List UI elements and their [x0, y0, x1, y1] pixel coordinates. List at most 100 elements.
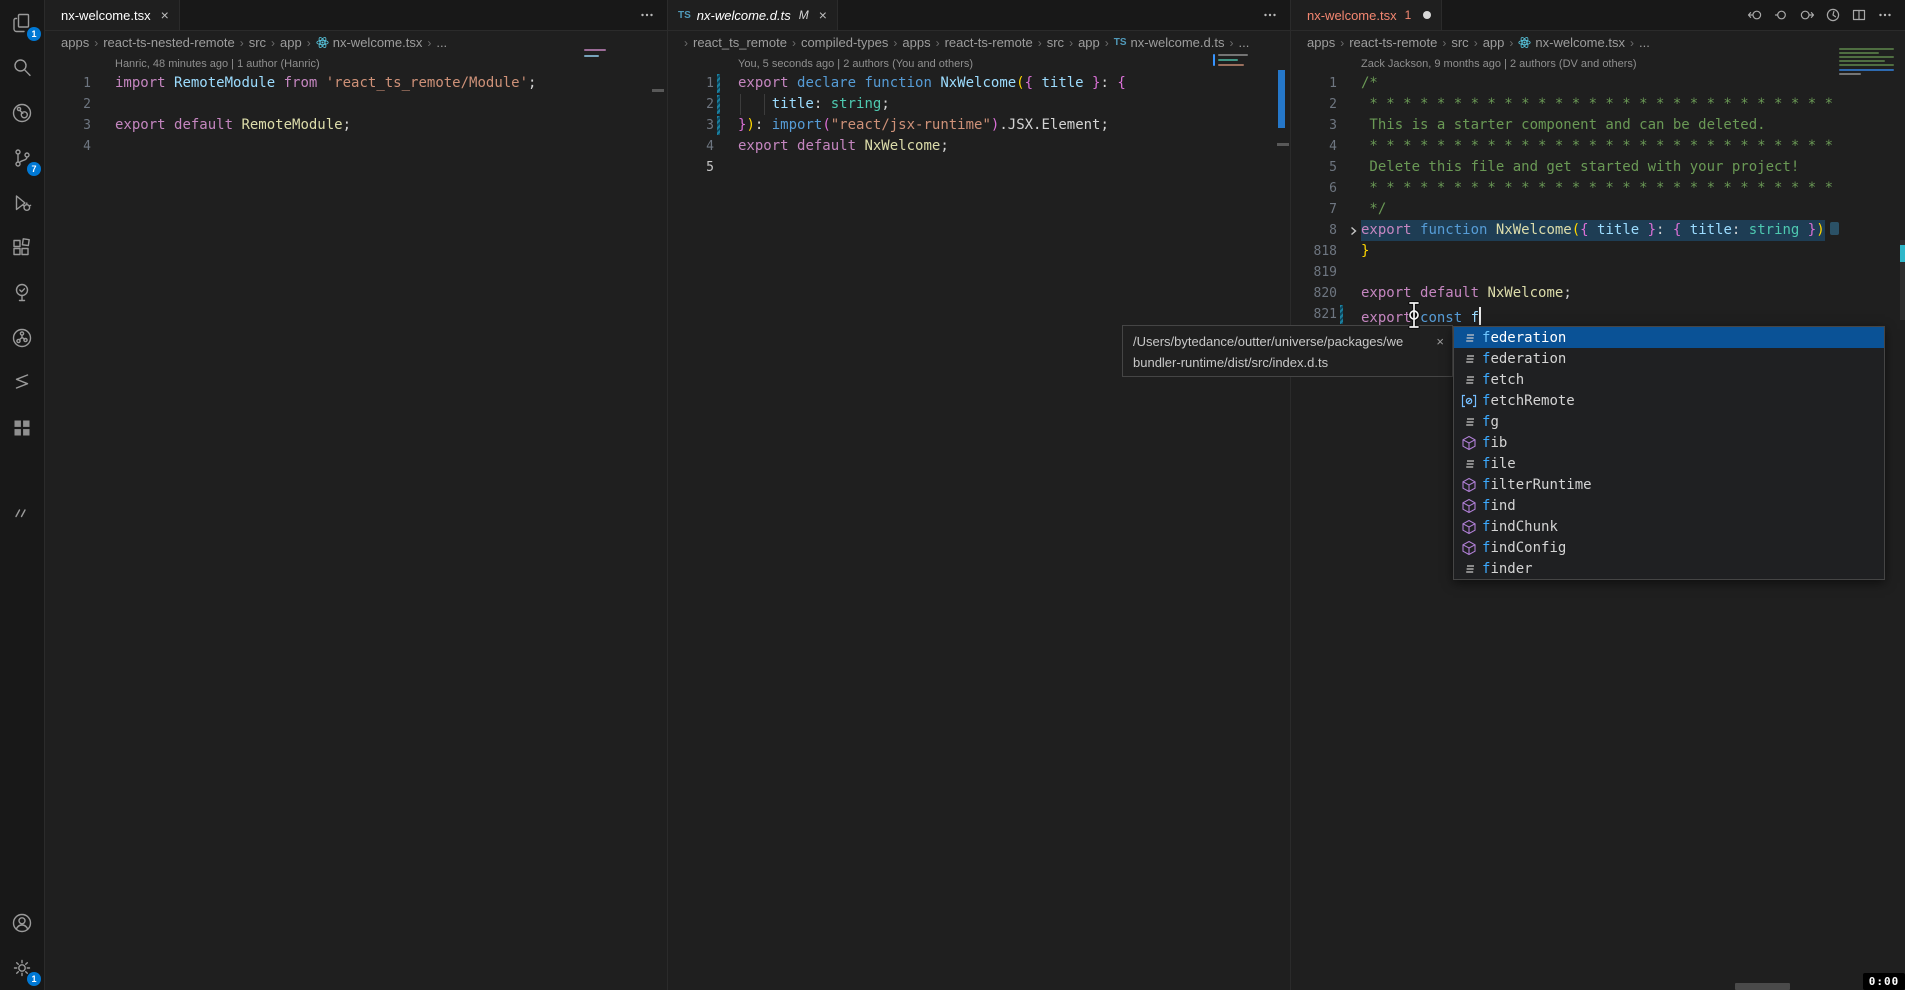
breadcrumb-item[interactable]: apps — [1307, 35, 1335, 50]
minimap[interactable] — [1839, 48, 1896, 78]
code-line[interactable]: 2 * * * * * * * * * * * * * * * * * * * … — [1291, 94, 1905, 115]
suggestion-item[interactable]: findConfig — [1454, 537, 1884, 558]
code-line[interactable]: 1import RemoteModule from 'react_ts_remo… — [45, 73, 668, 94]
activity-bar-item-settings[interactable]: 1 — [0, 945, 44, 990]
breadcrumb-item[interactable]: TSnx-welcome.d.ts — [1114, 35, 1225, 50]
activity-bar-item-account[interactable] — [0, 900, 44, 945]
fold-column — [722, 94, 738, 115]
activity-bar-item-ribbon[interactable] — [0, 360, 44, 405]
activity-bar-item-run-and-debug[interactable] — [0, 180, 44, 225]
code-line[interactable]: 820export default NxWelcome; — [1291, 283, 1905, 304]
folded-region-indicator[interactable] — [1830, 222, 1839, 235]
more-actions-icon[interactable] — [1261, 6, 1279, 24]
close-icon[interactable]: × — [819, 8, 827, 22]
suggestion-item[interactable]: fg — [1454, 411, 1884, 432]
split-editor-icon[interactable] — [1850, 6, 1868, 24]
breadcrumb-item[interactable]: ... — [436, 35, 447, 50]
activity-bar-item-source-control[interactable]: 7 — [0, 135, 44, 180]
breadcrumb-item[interactable]: src — [1047, 35, 1064, 50]
suggestion-item[interactable]: findChunk — [1454, 516, 1884, 537]
horizontal-scrollbar[interactable] — [1735, 983, 1790, 990]
code-line[interactable]: 2 — [45, 94, 668, 115]
code-line[interactable]: 3export default RemoteModule; — [45, 115, 668, 136]
code-line[interactable]: 4 — [45, 136, 668, 157]
breadcrumb-item[interactable]: ... — [1238, 35, 1249, 50]
breadcrumb-item[interactable]: apps — [902, 35, 930, 50]
breadcrumb-item[interactable]: src — [1451, 35, 1468, 50]
nav-back-icon[interactable] — [1746, 6, 1764, 24]
close-icon[interactable]: × — [1436, 331, 1444, 352]
suggestion-item[interactable]: federation — [1454, 327, 1884, 348]
code-line[interactable]: 3 This is a starter component and can be… — [1291, 115, 1905, 136]
breadcrumb-item[interactable]: compiled-types — [801, 35, 888, 50]
breadcrumb-item[interactable]: apps — [61, 35, 89, 50]
codelens[interactable]: Hanric, 48 minutes ago | 1 author (Hanri… — [45, 55, 668, 73]
minimap[interactable] — [584, 48, 612, 64]
code-line[interactable]: 5 — [668, 157, 1291, 178]
code-line[interactable]: 3}): import("react/jsx-runtime").JSX.Ele… — [668, 115, 1291, 136]
codelens[interactable]: Zack Jackson, 9 months ago | 2 authors (… — [1291, 55, 1905, 73]
tab-nx-welcome-dts[interactable]: TS nx-welcome.d.ts M × — [668, 0, 838, 30]
breadcrumb-item[interactable]: app — [1078, 35, 1100, 50]
code-line[interactable]: 6 * * * * * * * * * * * * * * * * * * * … — [1291, 178, 1905, 199]
close-icon[interactable]: × — [161, 8, 169, 22]
activity-bar-item-testing[interactable] — [0, 270, 44, 315]
more-actions-icon[interactable] — [1876, 6, 1894, 24]
breadcrumb-item[interactable]: app — [1483, 35, 1505, 50]
code-line[interactable]: 2 title: string; — [668, 94, 1291, 115]
code-line[interactable]: 4 * * * * * * * * * * * * * * * * * * * … — [1291, 136, 1905, 157]
code-line[interactable]: 8export function NxWelcome({ title }: { … — [1291, 220, 1905, 241]
suggestion-item[interactable]: federation — [1454, 348, 1884, 369]
nav-circle-icon[interactable] — [1772, 6, 1790, 24]
breadcrumb-item[interactable]: app — [280, 35, 302, 50]
tab-nx-welcome-tsx-with-errors[interactable]: nx-welcome.tsx 1 — [1291, 0, 1442, 30]
code-line[interactable]: 821export const f — [1291, 304, 1905, 325]
breadcrumb-item[interactable]: react-ts-remote — [1349, 35, 1437, 50]
suggestion-item[interactable]: filterRuntime — [1454, 474, 1884, 495]
code-editor[interactable]: You, 5 seconds ago | 2 authors (You and … — [668, 55, 1291, 990]
nav-forward-icon[interactable] — [1798, 6, 1816, 24]
tab-nx-welcome-tsx[interactable]: nx-welcome.tsx × — [45, 0, 180, 30]
code-line[interactable]: 819 — [1291, 262, 1905, 283]
suggestion-item[interactable]: finder — [1454, 558, 1884, 579]
breadcrumb-separator: › — [1069, 36, 1073, 50]
tab-bar: nx-welcome.tsx × — [45, 0, 668, 31]
history-icon[interactable] — [1824, 6, 1842, 24]
breadcrumb-item[interactable]: react-ts-remote — [945, 35, 1033, 50]
code-text: } — [1361, 241, 1369, 262]
code-line[interactable]: 5 Delete this file and get started with … — [1291, 157, 1905, 178]
fold-chevron-icon[interactable] — [1345, 220, 1361, 241]
suggestion-item[interactable]: file — [1454, 453, 1884, 474]
breadcrumb-item[interactable]: nx-welcome.tsx — [1518, 35, 1625, 50]
code-line[interactable]: 818} — [1291, 241, 1905, 262]
tab-bar: TS nx-welcome.d.ts M × — [668, 0, 1291, 31]
activity-bar-item-commit-graph[interactable] — [0, 315, 44, 360]
suggestion-item[interactable]: find — [1454, 495, 1884, 516]
breadcrumb-item[interactable]: src — [249, 35, 266, 50]
activity-bar-item-gitlens[interactable] — [0, 90, 44, 135]
suggestion-item[interactable]: fetch — [1454, 369, 1884, 390]
breadcrumb-item[interactable]: react-ts-nested-remote — [103, 35, 235, 50]
codelens[interactable]: You, 5 seconds ago | 2 authors (You and … — [668, 55, 1291, 73]
dirty-dot-icon[interactable] — [1423, 11, 1431, 19]
indent-guide — [764, 94, 765, 115]
code-line[interactable]: 7 */ — [1291, 199, 1905, 220]
code-line[interactable]: 1export declare function NxWelcome({ tit… — [668, 73, 1291, 94]
minimap[interactable] — [1213, 52, 1258, 70]
more-actions-icon[interactable] — [638, 6, 656, 24]
activity-bar-item-search[interactable] — [0, 45, 44, 90]
activity-bar-item-explorer[interactable]: 1 — [0, 0, 44, 45]
activity-bar-item-grid[interactable] — [0, 405, 44, 450]
code-line[interactable]: 1/* — [1291, 73, 1905, 94]
code-line[interactable]: 4export default NxWelcome; — [668, 136, 1291, 157]
code-editor[interactable]: Hanric, 48 minutes ago | 1 author (Hanri… — [45, 55, 668, 990]
suggestion-label: federation — [1482, 330, 1566, 346]
breadcrumb-item[interactable]: nx-welcome.tsx — [316, 35, 423, 50]
suggestion-item[interactable]: fib — [1454, 432, 1884, 453]
suggestion-item[interactable]: fetchRemote — [1454, 390, 1884, 411]
line-number: 1 — [45, 73, 91, 94]
activity-bar-item-wave[interactable] — [0, 490, 44, 535]
activity-bar-item-extensions[interactable] — [0, 225, 44, 270]
breadcrumb-item[interactable]: ... — [1639, 35, 1650, 50]
breadcrumb-item[interactable]: react_ts_remote — [693, 35, 787, 50]
